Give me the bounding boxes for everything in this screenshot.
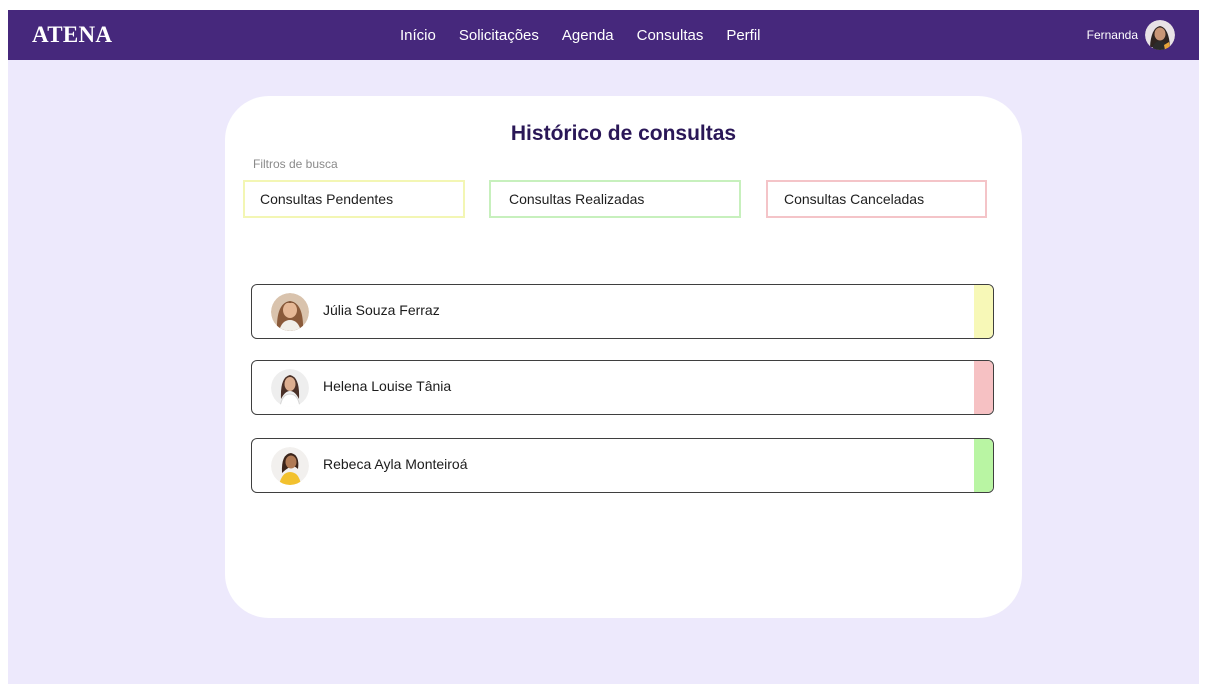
filters-label: Filtros de busca — [253, 157, 338, 171]
history-card: Histórico de consultas Filtros de busca … — [225, 96, 1022, 618]
filter-done-button[interactable]: Consultas Realizadas — [489, 180, 741, 218]
patient-name: Rebeca Ayla Monteiroá — [323, 456, 468, 472]
nav-link-solicitacoes[interactable]: Solicitações — [459, 27, 539, 44]
status-indicator-done — [974, 439, 993, 492]
page-title: Histórico de consultas — [510, 122, 737, 145]
patient-avatar — [271, 293, 309, 331]
patient-photo-icon — [271, 447, 309, 485]
nav-link-agenda[interactable]: Agenda — [562, 27, 614, 44]
user-name[interactable]: Fernanda — [1087, 28, 1138, 42]
main-nav: Início Solicitações Agenda Consultas Per… — [400, 10, 784, 60]
status-indicator-canceled — [974, 361, 993, 414]
consultation-item[interactable]: Júlia Souza Ferraz — [251, 284, 994, 339]
patient-name: Júlia Souza Ferraz — [323, 302, 440, 318]
user-avatar[interactable] — [1145, 20, 1175, 50]
patient-photo-icon — [271, 293, 309, 331]
brand-logo[interactable]: ATENA — [32, 22, 112, 48]
consultation-item[interactable]: Helena Louise Tânia — [251, 360, 994, 415]
user-avatar-icon — [1145, 20, 1175, 50]
patient-avatar — [271, 369, 309, 407]
patient-photo-icon — [271, 369, 309, 407]
app-frame: ATENA Início Solicitações Agenda Consult… — [8, 10, 1199, 684]
consultation-item[interactable]: Rebeca Ayla Monteiroá — [251, 438, 994, 493]
top-navbar: ATENA Início Solicitações Agenda Consult… — [8, 10, 1199, 60]
user-menu[interactable]: Fernanda — [1087, 10, 1175, 60]
patient-name: Helena Louise Tânia — [323, 378, 452, 394]
patient-avatar — [271, 447, 309, 485]
nav-link-perfil[interactable]: Perfil — [726, 27, 760, 44]
nav-link-inicio[interactable]: Início — [400, 27, 436, 44]
filter-canceled-button[interactable]: Consultas Canceladas — [766, 180, 987, 218]
status-indicator-pending — [974, 285, 993, 338]
filter-pending-button[interactable]: Consultas Pendentes — [243, 180, 465, 218]
nav-link-consultas[interactable]: Consultas — [637, 27, 704, 44]
